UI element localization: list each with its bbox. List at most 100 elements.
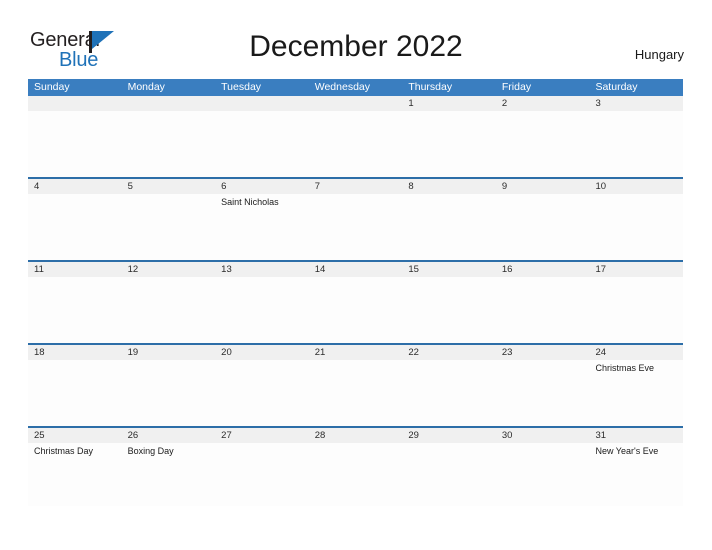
day-number[interactable]: 14 <box>309 262 403 277</box>
day-cell[interactable] <box>402 194 496 260</box>
page-header: General Blue December 2022 Hungary <box>0 0 712 78</box>
day-number[interactable] <box>309 96 403 111</box>
day-number[interactable]: 27 <box>215 428 309 443</box>
day-cell[interactable] <box>28 360 122 426</box>
day-number[interactable]: 22 <box>402 345 496 360</box>
event-label: Christmas Eve <box>595 363 654 373</box>
day-number[interactable]: 19 <box>122 345 216 360</box>
week-row: 1 2 3 <box>28 96 683 177</box>
calendar-page: General Blue December 2022 Hungary Sunda… <box>0 0 712 550</box>
country-label: Hungary <box>634 47 684 62</box>
event-label: Boxing Day <box>127 446 174 456</box>
day-number[interactable]: 17 <box>589 262 683 277</box>
day-number[interactable]: 8 <box>402 179 496 194</box>
day-cell[interactable] <box>402 360 496 426</box>
event-label: Christmas Day <box>34 446 94 456</box>
day-number[interactable]: 31 <box>589 428 683 443</box>
day-number[interactable]: 10 <box>589 179 683 194</box>
day-cell[interactable] <box>402 111 496 177</box>
day-cell[interactable] <box>28 111 122 177</box>
day-cell[interactable] <box>496 111 590 177</box>
day-number[interactable]: 5 <box>122 179 216 194</box>
day-number[interactable]: 13 <box>215 262 309 277</box>
day-number[interactable]: 25 <box>28 428 122 443</box>
day-number[interactable]: 16 <box>496 262 590 277</box>
day-cell[interactable] <box>589 194 683 260</box>
day-cell[interactable] <box>309 360 403 426</box>
week-number-band: 18 19 20 21 22 23 24 <box>28 345 683 360</box>
day-number[interactable] <box>215 96 309 111</box>
day-cell[interactable] <box>215 360 309 426</box>
day-cell[interactable] <box>589 111 683 177</box>
weekday-thursday: Thursday <box>408 81 453 93</box>
day-number[interactable]: 28 <box>309 428 403 443</box>
day-cell[interactable] <box>496 194 590 260</box>
day-cell[interactable]: Boxing Day <box>122 443 216 506</box>
page-title: December 2022 <box>249 30 463 63</box>
day-number[interactable]: 11 <box>28 262 122 277</box>
weekday-saturday: Saturday <box>595 81 638 93</box>
day-cell[interactable] <box>215 443 309 506</box>
week-number-band: 11 12 13 14 15 16 17 <box>28 262 683 277</box>
day-number[interactable]: 12 <box>122 262 216 277</box>
day-cell[interactable] <box>28 194 122 260</box>
week-event-band <box>28 277 683 343</box>
day-cell[interactable] <box>309 277 403 343</box>
week-event-band: Saint Nicholas <box>28 194 683 260</box>
day-number[interactable]: 3 <box>589 96 683 111</box>
day-cell[interactable] <box>215 111 309 177</box>
week-row: 18 19 20 21 22 23 24 Christmas Eve <box>28 343 683 426</box>
day-number[interactable]: 26 <box>122 428 216 443</box>
day-cell[interactable] <box>496 443 590 506</box>
day-number[interactable]: 30 <box>496 428 590 443</box>
week-event-band <box>28 111 683 177</box>
day-number[interactable] <box>122 96 216 111</box>
weekday-friday: Friday <box>501 81 532 93</box>
day-cell[interactable]: New Year's Eve <box>589 443 683 506</box>
day-cell[interactable] <box>496 360 590 426</box>
day-cell[interactable] <box>122 111 216 177</box>
weekday-monday: Monday <box>127 81 165 93</box>
week-event-band: Christmas Day Boxing Day New Year's Eve <box>28 443 683 506</box>
weekday-header-row: Sunday Monday Tuesday Wednesday Thursday… <box>28 79 683 96</box>
week-number-band: 1 2 3 <box>28 96 683 111</box>
day-number[interactable] <box>28 96 122 111</box>
day-number[interactable]: 9 <box>496 179 590 194</box>
day-cell[interactable] <box>215 277 309 343</box>
day-cell[interactable] <box>122 360 216 426</box>
day-number[interactable]: 4 <box>28 179 122 194</box>
day-number[interactable]: 29 <box>402 428 496 443</box>
day-cell[interactable]: Christmas Day <box>28 443 122 506</box>
week-number-band: 4 5 6 7 8 9 10 <box>28 179 683 194</box>
day-cell[interactable] <box>589 277 683 343</box>
day-cell[interactable] <box>122 277 216 343</box>
day-cell[interactable] <box>496 277 590 343</box>
week-row: 11 12 13 14 15 16 17 <box>28 260 683 343</box>
day-cell[interactable] <box>122 194 216 260</box>
day-number[interactable]: 20 <box>215 345 309 360</box>
day-cell[interactable] <box>28 277 122 343</box>
day-cell[interactable]: Saint Nicholas <box>215 194 309 260</box>
day-number[interactable]: 1 <box>402 96 496 111</box>
weekday-tuesday: Tuesday <box>221 81 262 93</box>
weekday-wednesday: Wednesday <box>314 81 370 93</box>
day-number[interactable]: 23 <box>496 345 590 360</box>
day-cell[interactable] <box>309 194 403 260</box>
day-cell[interactable] <box>309 443 403 506</box>
week-row: 4 5 6 7 8 9 10 Saint Nicholas <box>28 177 683 260</box>
day-number[interactable]: 21 <box>309 345 403 360</box>
day-number[interactable]: 15 <box>402 262 496 277</box>
day-cell[interactable] <box>309 111 403 177</box>
day-number[interactable]: 7 <box>309 179 403 194</box>
week-row: 25 26 27 28 29 30 31 Christmas Day Boxin… <box>28 426 683 506</box>
day-number[interactable]: 6 <box>215 179 309 194</box>
day-number[interactable]: 24 <box>589 345 683 360</box>
calendar-grid: Sunday Monday Tuesday Wednesday Thursday… <box>28 79 683 506</box>
day-cell[interactable]: Christmas Eve <box>589 360 683 426</box>
day-number[interactable]: 18 <box>28 345 122 360</box>
event-label: New Year's Eve <box>595 446 659 456</box>
day-cell[interactable] <box>402 277 496 343</box>
day-number[interactable]: 2 <box>496 96 590 111</box>
day-cell[interactable] <box>402 443 496 506</box>
weekday-sunday: Sunday <box>34 81 70 93</box>
